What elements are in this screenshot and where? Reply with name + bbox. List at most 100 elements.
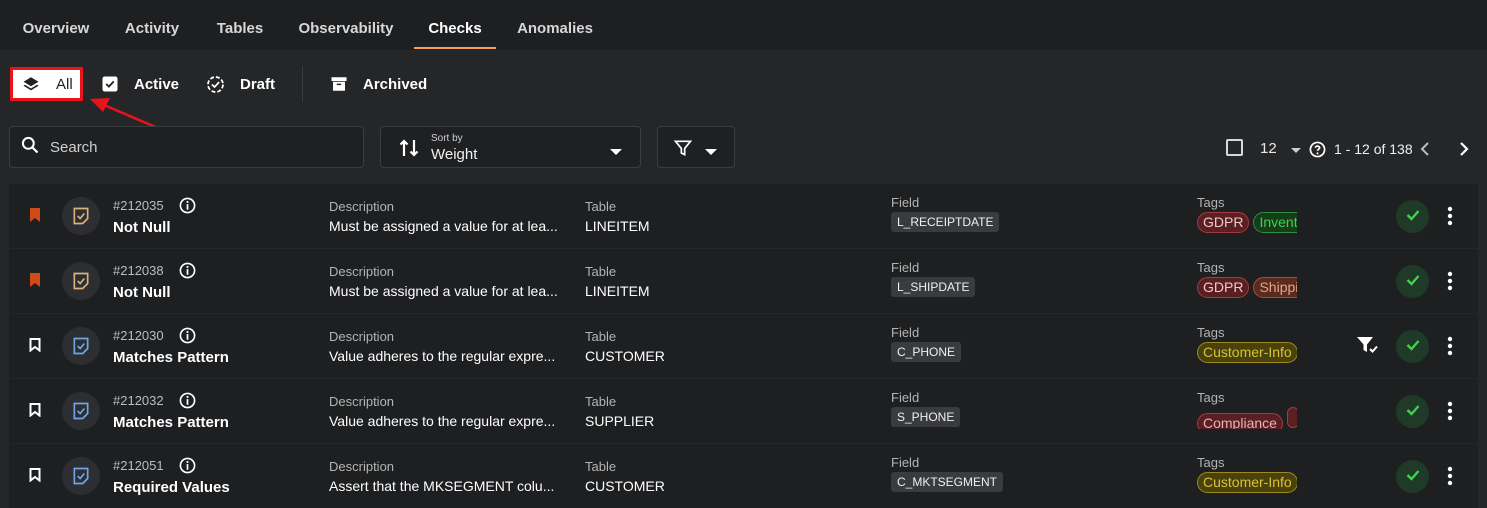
check-row[interactable]: #212051 Required Values Description Asse… [9,444,1478,508]
field-label: Field [891,195,920,210]
tab-checks[interactable]: Checks [414,0,496,50]
check-name[interactable]: Required Values [113,479,230,496]
table-value[interactable]: LINEITEM [585,218,650,234]
tag-badge[interactable]: Customer-Info [1197,472,1297,493]
bookmark-icon[interactable] [29,468,41,487]
checkbox-check-icon [101,75,119,93]
caret-down-icon [610,144,622,162]
more-vertical-icon[interactable] [1447,336,1453,361]
page-size-select[interactable]: 12 [1260,140,1301,158]
tab-bar: Overview Activity Tables Observability C… [0,0,1487,50]
filter-all-button[interactable]: All [10,67,83,101]
field-chip[interactable]: C_PHONE [891,342,962,362]
layers-icon [22,75,40,93]
table-label: Table [585,329,617,344]
field-chip[interactable]: S_PHONE [891,407,961,427]
dashed-check-circle-icon [206,75,225,94]
description-label: Description [329,264,395,279]
check-id: #212035 [113,198,164,213]
more-vertical-icon[interactable] [1447,206,1453,231]
status-filter-bar: All Active Draft Archived [0,50,1487,118]
table-value[interactable]: CUSTOMER [585,478,665,494]
filter-check-icon[interactable] [1356,335,1380,360]
check-row[interactable]: #212030 Matches Pattern Description Valu… [9,314,1478,378]
info-icon[interactable] [179,457,196,479]
checkmark-icon [1406,208,1420,226]
info-icon[interactable] [179,392,196,414]
table-label: Table [585,264,617,279]
field-chip[interactable]: C_MKTSEGMENT [891,472,1004,492]
search-input[interactable] [50,138,340,156]
tag-badge[interactable]: Inventory [1253,212,1297,233]
tab-observability[interactable]: Observability [292,0,400,50]
field-label: Field [891,325,920,340]
tab-activity[interactable]: Activity [116,0,188,50]
tab-tables[interactable]: Tables [208,0,272,50]
tab-anomalies[interactable]: Anomalies [510,0,600,50]
chevron-left-icon[interactable] [1419,141,1431,162]
info-icon[interactable] [179,262,196,284]
checkmark-icon [1406,338,1420,356]
search-box[interactable] [9,126,364,168]
bookmark-icon[interactable] [29,403,41,422]
check-name[interactable]: Matches Pattern [113,349,229,366]
table-label: Table [585,199,617,214]
tag-badge[interactable]: Compliance [1197,413,1283,429]
tag-list: Customer-Info [1197,342,1297,364]
tag-list: Customer-Info [1197,472,1297,494]
field-label: Field [891,260,920,275]
field-chip[interactable]: L_SHIPDATE [891,277,976,297]
select-all-checkbox[interactable] [1226,139,1243,156]
sort-select[interactable]: Sort by Weight [380,126,641,168]
tag-badge[interactable]: GDPR [1197,277,1250,298]
page-size-value: 12 [1260,140,1277,157]
tag-badge[interactable]: Customer-Info [1197,342,1297,363]
checkmark-icon [1406,273,1420,291]
check-name[interactable]: Not Null [113,219,171,236]
tags-label: Tags [1197,195,1225,210]
description-label: Description [329,394,395,409]
check-id: #212038 [113,263,164,278]
check-name[interactable]: Not Null [113,284,171,301]
check-row[interactable]: #212038 Not Null Description Must be ass… [9,249,1478,313]
check-row[interactable]: #212032 Matches Pattern Description Valu… [9,379,1478,443]
description-value: Must be assigned a value for at lea... [329,218,558,234]
status-ok-badge [1396,265,1429,298]
more-vertical-icon[interactable] [1447,401,1453,426]
table-label: Table [585,459,617,474]
check-row[interactable]: #212035 Not Null Description Must be ass… [9,184,1478,248]
tag-badge[interactable]: Shipping [1253,277,1297,298]
check-name[interactable]: Matches Pattern [113,414,229,431]
help-icon[interactable] [1309,141,1326,163]
tags-label: Tags [1197,390,1225,405]
filter-active-button[interactable]: Active [101,67,179,101]
info-icon[interactable] [179,327,196,349]
table-value[interactable]: LINEITEM [585,283,650,299]
more-vertical-icon[interactable] [1447,466,1453,491]
filter-archived-button[interactable]: Archived [330,67,427,101]
chevron-right-icon[interactable] [1458,141,1470,162]
table-value[interactable]: SUPPLIER [585,413,654,429]
field-chip[interactable]: L_RECEIPTDATE [891,212,1000,232]
table-value[interactable]: CUSTOMER [585,348,665,364]
bookmark-icon[interactable] [29,273,41,292]
status-ok-badge [1396,460,1429,493]
info-icon[interactable] [179,197,196,219]
bookmark-icon[interactable] [29,208,41,227]
tab-overview[interactable]: Overview [14,0,98,50]
filter-draft-button[interactable]: Draft [206,67,275,101]
filter-button[interactable] [657,126,735,168]
status-ok-badge [1396,200,1429,233]
caret-down-icon [705,144,717,162]
funnel-icon [673,138,693,163]
description-value: Must be assigned a value for at lea... [329,283,558,299]
description-label: Description [329,329,395,344]
tag-badge[interactable] [1286,407,1297,428]
status-ok-badge [1396,330,1429,363]
caret-down-icon [1290,141,1301,158]
check-id: #212030 [113,328,164,343]
more-vertical-icon[interactable] [1447,271,1453,296]
tag-badge[interactable]: GDPR [1197,212,1250,233]
bookmark-icon[interactable] [29,338,41,357]
description-value: Value adheres to the regular expre... [329,413,556,429]
